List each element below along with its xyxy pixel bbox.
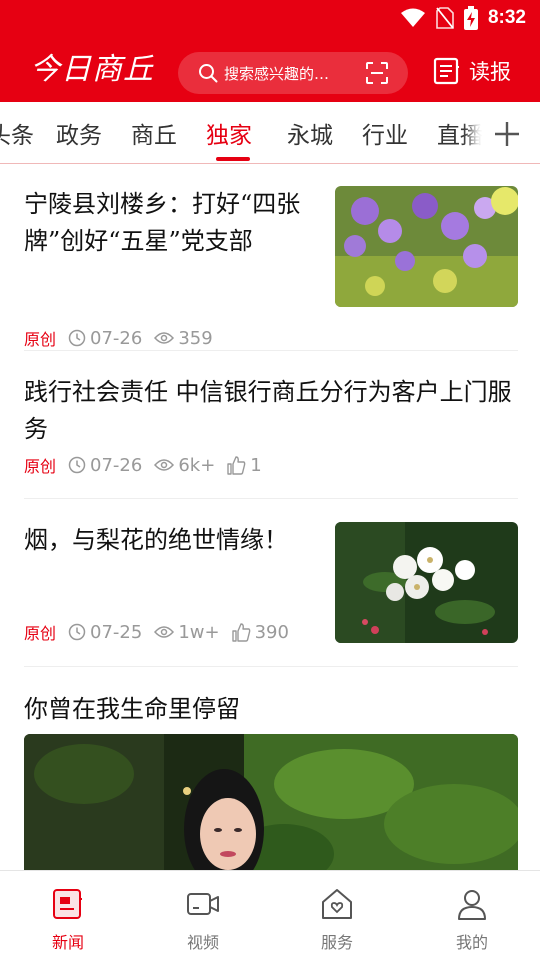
- nav-label: 新闻: [51, 933, 84, 952]
- original-tag: 原创: [24, 624, 57, 643]
- nav-profile[interactable]: 我的: [432, 887, 512, 953]
- divider: [24, 666, 518, 667]
- newspaper-icon: [433, 57, 459, 85]
- news-card[interactable]: 你曾在我生命里停留: [24, 691, 518, 870]
- thumbs-up-icon: [227, 455, 246, 475]
- like-count: 1: [250, 454, 262, 476]
- category-tabs: 头条 政务 商丘 独家 永城 行业 直播: [0, 102, 540, 164]
- news-title: 宁陵县刘楼乡：打好“四张牌”创好“五星”党支部: [24, 190, 301, 255]
- view-count: 1w+: [178, 621, 220, 643]
- news-card[interactable]: 烟，与梨花的绝世情缘！ 原创 07-25 1w+ 390: [24, 522, 518, 643]
- tab-shangqiu[interactable]: 商丘: [131, 116, 177, 150]
- eye-icon: [154, 626, 175, 638]
- news-card[interactable]: 践行社会责任 中信银行商丘分行为客户上门服务 原创 07-26 6k+ 1: [24, 374, 518, 484]
- eye-icon: [154, 332, 175, 344]
- tab-headlines[interactable]: 头条: [0, 116, 34, 150]
- tab-yongcheng[interactable]: 永城: [287, 116, 333, 150]
- view-count: 359: [178, 327, 213, 349]
- bottom-navigation: 新闻 视频 服务 我的: [0, 870, 540, 960]
- clock-icon: [68, 623, 86, 641]
- app-header: 今日商丘 搜索感兴趣的… 读报: [0, 36, 540, 102]
- purple-flowers-photo: [335, 186, 518, 307]
- search-bar[interactable]: 搜索感兴趣的…: [178, 52, 408, 94]
- nav-video[interactable]: 视频: [163, 887, 243, 953]
- video-icon: [187, 893, 219, 915]
- woman-in-bamboo-forest-photo: [24, 734, 518, 870]
- news-icon: [53, 889, 82, 919]
- battery-charging-icon: [463, 6, 478, 30]
- publish-date: 07-26: [90, 327, 143, 349]
- news-feed: 宁陵县刘楼乡：打好“四张牌”创好“五星”党支部 原创 07-26 359 践行社…: [0, 165, 540, 870]
- scan-icon[interactable]: [366, 62, 388, 84]
- original-tag: 原创: [24, 457, 57, 476]
- news-card[interactable]: 宁陵县刘楼乡：打好“四张牌”创好“五星”党支部 原创 07-26 359: [24, 186, 518, 349]
- thumbs-up-icon: [231, 622, 250, 642]
- service-home-icon: [322, 889, 352, 919]
- nav-label: 视频: [186, 933, 219, 952]
- tab-industry[interactable]: 行业: [362, 116, 408, 150]
- search-icon: [199, 64, 218, 83]
- news-meta: 原创 07-26 6k+ 1: [24, 453, 274, 477]
- news-title: 你曾在我生命里停留: [24, 695, 240, 723]
- active-tab-indicator: [216, 157, 250, 161]
- news-title: 烟，与梨花的绝世情缘！: [24, 526, 288, 554]
- news-meta: 原创 07-25 1w+ 390: [24, 620, 301, 644]
- news-title: 践行社会责任 中信银行商丘分行为客户上门服务: [24, 378, 512, 443]
- plus-icon: [495, 122, 519, 146]
- original-tag: 原创: [24, 330, 57, 349]
- read-newspaper-button[interactable]: 读报: [433, 56, 511, 86]
- clock-icon: [68, 456, 86, 474]
- pear-blossom-photo: [335, 522, 518, 643]
- nav-service[interactable]: 服务: [297, 887, 377, 953]
- nav-news[interactable]: 新闻: [28, 887, 108, 953]
- eye-icon: [154, 459, 175, 471]
- add-channel-button[interactable]: [482, 114, 540, 154]
- divider: [24, 350, 518, 351]
- status-icons: 8:32: [400, 6, 526, 30]
- news-meta: 原创 07-26 359: [24, 326, 225, 350]
- publish-date: 07-26: [90, 454, 143, 476]
- like-count: 390: [254, 621, 289, 643]
- read-label: 读报: [469, 60, 511, 84]
- clock-icon: [68, 329, 86, 347]
- no-sim-icon: [436, 7, 454, 29]
- tab-live[interactable]: 直播: [437, 116, 483, 150]
- status-time: 8:32: [487, 7, 526, 28]
- view-count: 6k+: [178, 454, 216, 476]
- tab-government[interactable]: 政务: [56, 116, 102, 150]
- nav-label: 服务: [320, 933, 353, 952]
- profile-icon: [458, 890, 486, 920]
- wifi-icon: [400, 8, 425, 27]
- search-placeholder: 搜索感兴趣的…: [224, 64, 330, 83]
- nav-label: 我的: [455, 933, 488, 952]
- tab-exclusive[interactable]: 独家: [206, 116, 252, 150]
- status-bar: 8:32: [0, 0, 540, 36]
- publish-date: 07-25: [90, 621, 143, 643]
- app-logo[interactable]: 今日商丘: [30, 48, 154, 92]
- divider: [24, 498, 518, 499]
